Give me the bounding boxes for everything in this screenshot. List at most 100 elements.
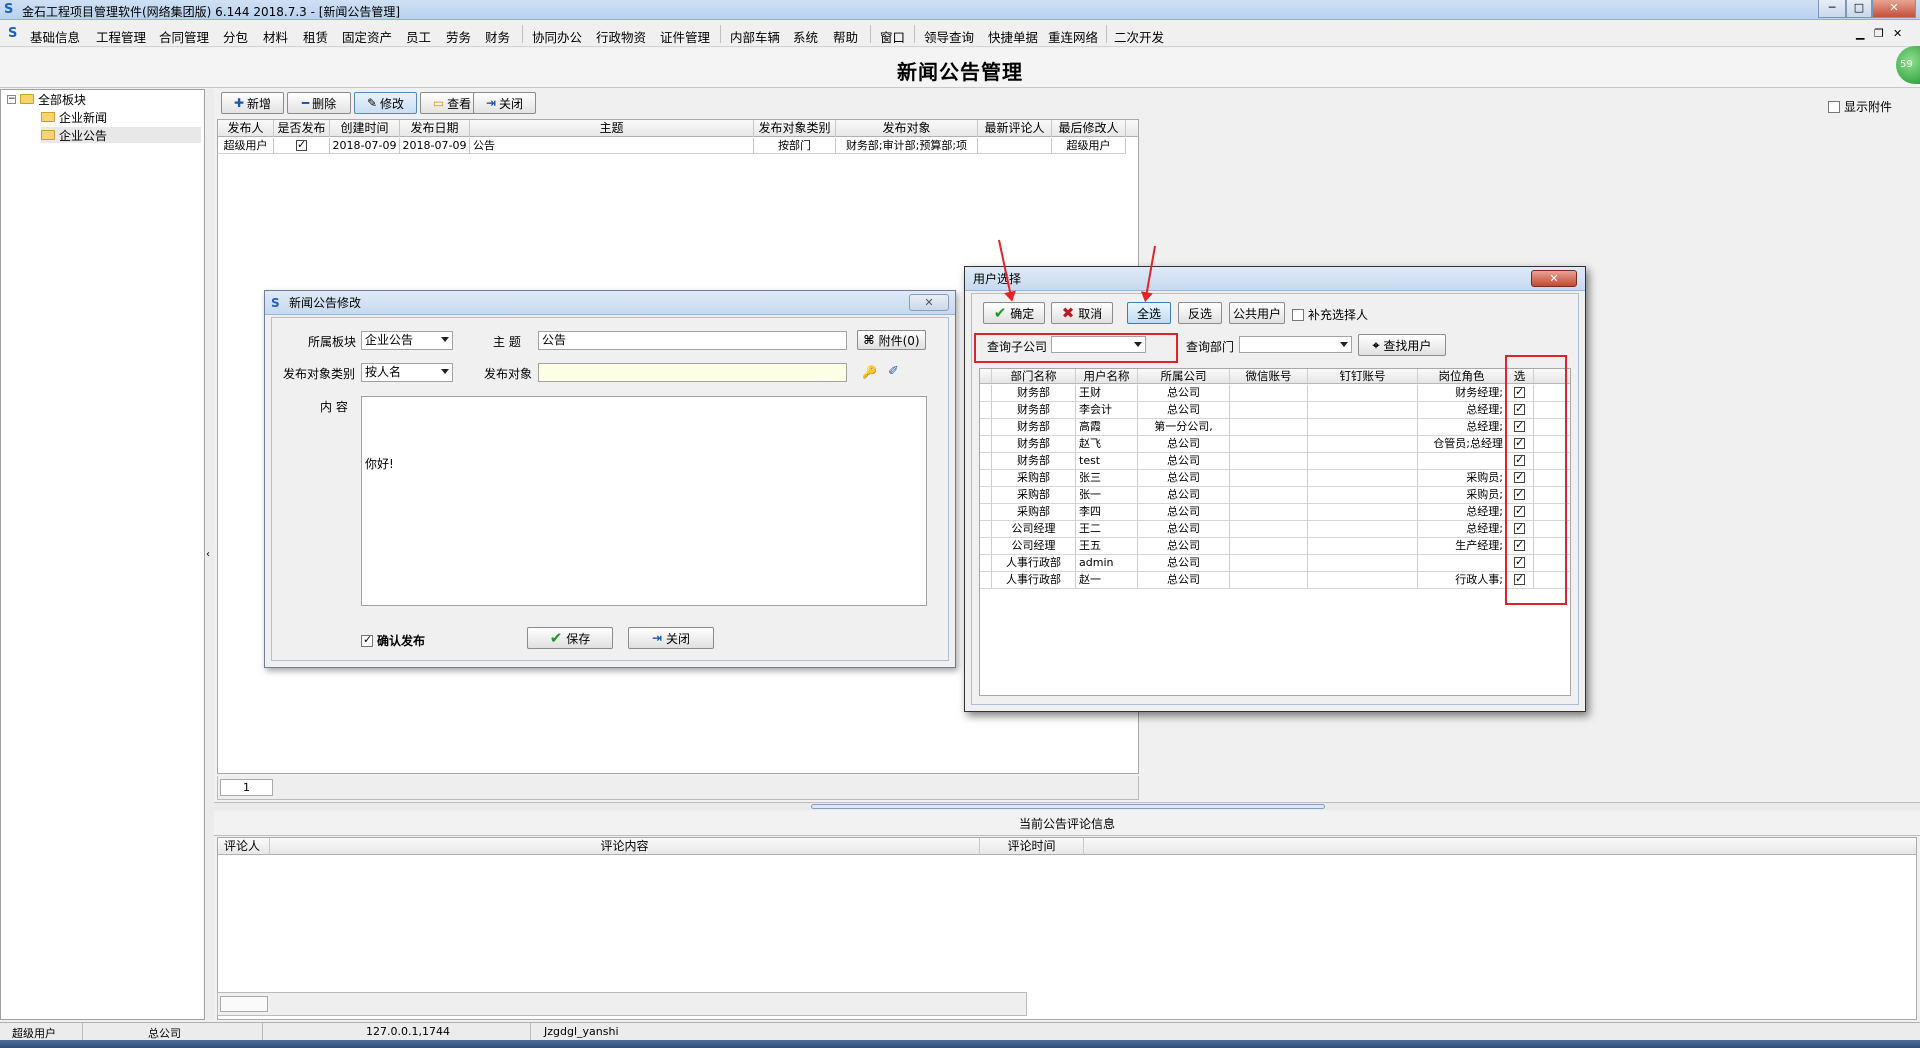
confirm-publish-checkbox[interactable] <box>361 633 373 647</box>
target-input[interactable] <box>538 363 847 382</box>
menu-item[interactable]: 行政物资 <box>596 27 646 46</box>
comments-pager[interactable] <box>220 996 268 1012</box>
column-header[interactable]: 是否发布 <box>274 120 330 137</box>
subject-input[interactable]: 公告 <box>538 331 847 350</box>
row-indicator[interactable] <box>980 555 992 571</box>
row-indicator[interactable] <box>980 487 992 503</box>
column-header[interactable]: 评论时间 <box>980 838 1084 855</box>
edit-button[interactable]: ✎ 修改 <box>354 92 417 114</box>
dept-select[interactable] <box>1239 336 1352 353</box>
menu-item[interactable]: 二次开发 <box>1114 27 1164 46</box>
column-header[interactable]: 用户名称 <box>1076 369 1138 383</box>
row-indicator[interactable] <box>980 419 992 435</box>
user-row[interactable]: 采购部 张一 总公司 采购员; <box>980 487 1570 504</box>
menu-item[interactable]: 领导查询 <box>924 27 974 46</box>
add-button[interactable]: ✚ 新增 <box>221 92 284 114</box>
show-attachment-toggle[interactable]: 显示附件 <box>1827 98 1892 115</box>
user-row[interactable]: 公司经理 王五 总公司 生产经理; <box>980 538 1570 555</box>
target-type-select[interactable]: 按人名 <box>361 363 453 382</box>
column-header[interactable]: 评论人 <box>218 838 270 855</box>
row-indicator[interactable] <box>980 538 992 554</box>
menu-item[interactable]: 劳务 <box>446 27 471 46</box>
page-number[interactable]: 1 <box>220 779 273 796</box>
content-textarea[interactable]: 你好! <box>361 396 927 606</box>
show-attachment-checkbox[interactable] <box>1827 100 1840 113</box>
mdi-minimize-icon[interactable]: ▁ <box>1856 27 1864 40</box>
menu-item[interactable]: 材料 <box>263 27 288 46</box>
column-header[interactable]: 发布日期 <box>400 120 470 137</box>
menu-item[interactable]: 协同办公 <box>532 27 582 46</box>
menu-item[interactable]: 帮助 <box>833 27 858 46</box>
supplement-checkbox[interactable] <box>1292 308 1304 321</box>
menu-item[interactable]: 窗口 <box>880 27 905 46</box>
save-button[interactable]: ✔ 保存 <box>527 627 613 649</box>
user-row[interactable]: 财务部 李会计 总公司 总经理; <box>980 402 1570 419</box>
user-row[interactable]: 财务部 王财 总公司 财务经理; <box>980 385 1570 402</box>
column-header[interactable]: 微信账号 <box>1230 369 1308 383</box>
close-button[interactable]: ✕ <box>1872 0 1916 18</box>
menu-item[interactable]: 系统 <box>793 27 818 46</box>
vertical-splitter[interactable]: ‹ <box>206 89 214 1020</box>
user-row[interactable]: 采购部 张三 总公司 采购员; <box>980 470 1570 487</box>
collapse-left-icon[interactable]: ‹ <box>206 549 210 560</box>
tree-node-news[interactable]: 企业新闻 <box>41 109 107 125</box>
cancel-button[interactable]: ✖ 取消 <box>1051 302 1113 324</box>
column-header[interactable]: 最后修改人 <box>1052 120 1126 137</box>
menu-item[interactable]: 证件管理 <box>660 27 710 46</box>
user-row[interactable]: 采购部 李四 总公司 总经理; <box>980 504 1570 521</box>
board-select[interactable]: 企业公告 <box>361 331 453 350</box>
column-header[interactable]: 最新评论人 <box>978 120 1052 137</box>
row-indicator[interactable] <box>980 436 992 452</box>
menu-item[interactable]: 重连网络 <box>1048 27 1098 46</box>
menu-item[interactable]: 工程管理 <box>96 27 146 46</box>
user-row[interactable]: 人事行政部 赵一 总公司 行政人事; <box>980 572 1570 589</box>
row-indicator[interactable] <box>980 572 992 588</box>
user-row[interactable]: 财务部 test 总公司 <box>980 453 1570 470</box>
close-dialog-button[interactable]: ⇥ 关闭 <box>628 627 714 649</box>
supplement-toggle[interactable]: 补充选择人 <box>1292 306 1368 323</box>
menu-item[interactable]: 租赁 <box>303 27 328 46</box>
column-header[interactable]: 发布人 <box>218 120 274 137</box>
find-user-button[interactable]: ⌖ 查找用户 <box>1358 334 1446 356</box>
menu-item[interactable]: 固定资产 <box>342 27 392 46</box>
row-indicator[interactable] <box>980 470 992 486</box>
row-indicator[interactable] <box>980 504 992 520</box>
select-all-button[interactable]: 全选 <box>1127 302 1171 324</box>
confirm-publish-toggle[interactable]: 确认发布 <box>361 632 425 649</box>
dialog-close-button[interactable]: ✕ <box>1531 270 1577 287</box>
column-header[interactable]: 评论内容 <box>270 838 980 855</box>
horizontal-splitter[interactable] <box>214 802 1920 810</box>
mdi-restore-icon[interactable]: ❐ <box>1874 27 1884 40</box>
column-header[interactable]: 发布对象 <box>836 120 978 137</box>
menu-item[interactable]: 快捷单据 <box>988 27 1038 46</box>
mdi-close-icon[interactable]: ✕ <box>1893 27 1902 40</box>
ok-button[interactable]: ✔ 确定 <box>983 302 1045 324</box>
menu-item[interactable]: 分包 <box>223 27 248 46</box>
dialog-close-button[interactable]: ✕ <box>909 294 949 311</box>
menu-item[interactable]: 财务 <box>485 27 510 46</box>
splitter-grip[interactable] <box>811 804 1325 809</box>
menu-item[interactable]: 基础信息 <box>30 27 80 46</box>
menu-item[interactable]: 员工 <box>406 27 431 46</box>
row-indicator[interactable] <box>980 385 992 401</box>
attachment-button[interactable]: ⌘ 附件(0) <box>857 330 926 350</box>
user-row[interactable]: 财务部 赵飞 总公司 仓管员;总经理 <box>980 436 1570 453</box>
column-header[interactable]: 所属公司 <box>1138 369 1230 383</box>
public-users-button[interactable]: 公共用户 <box>1229 302 1285 324</box>
row-indicator[interactable] <box>980 453 992 469</box>
menu-item[interactable]: 合同管理 <box>159 27 209 46</box>
user-row[interactable]: 人事行政部 admin 总公司 <box>980 555 1570 572</box>
menu-item[interactable]: 内部车辆 <box>730 27 780 46</box>
delete-button[interactable]: ━ 删除 <box>287 92 351 114</box>
tree-node-announcement[interactable]: 企业公告 <box>41 127 201 143</box>
column-header[interactable]: 部门名称 <box>992 369 1076 383</box>
collapse-icon[interactable]: − <box>7 94 16 104</box>
column-header[interactable]: 钉钉账号 <box>1308 369 1418 383</box>
column-header[interactable]: 岗位角色 <box>1418 369 1506 383</box>
row-indicator[interactable] <box>980 402 992 418</box>
column-header[interactable]: 主题 <box>470 120 754 137</box>
column-header[interactable]: 发布对象类别 <box>754 120 836 137</box>
published-checkbox[interactable] <box>296 138 307 152</box>
cell-published[interactable] <box>274 138 330 154</box>
user-row[interactable]: 公司经理 王二 总公司 总经理; <box>980 521 1570 538</box>
